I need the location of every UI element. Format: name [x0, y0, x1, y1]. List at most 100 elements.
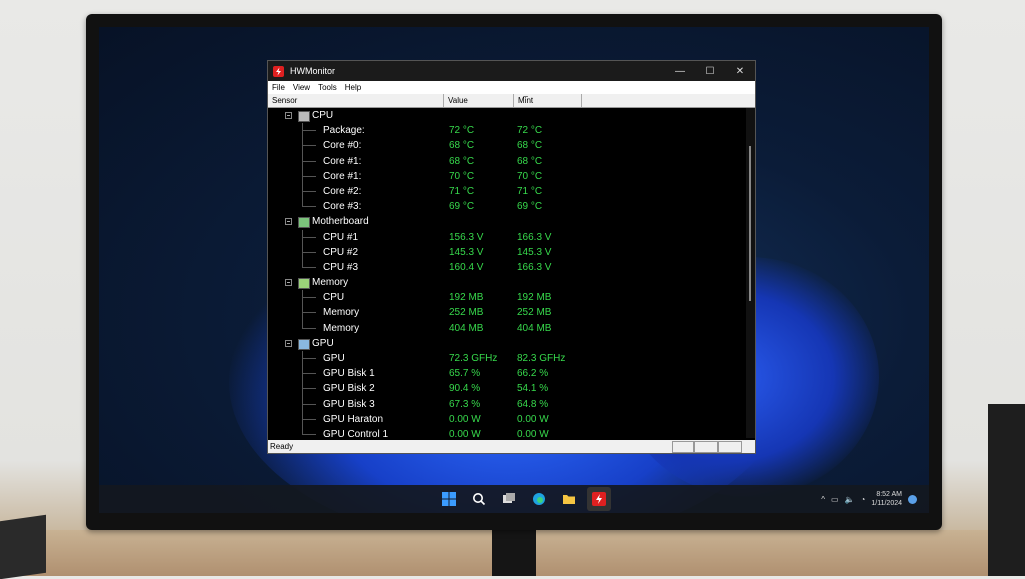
sensor-label: GPU Bisk 2: [323, 383, 375, 395]
hwmonitor-icon[interactable]: [587, 487, 611, 511]
status-segment: [672, 441, 694, 453]
tree-connector: [302, 290, 303, 306]
sensor-max: 70 °C: [517, 170, 543, 182]
tree-connector: [302, 297, 316, 299]
sensor-row[interactable]: GPU Control 1 0.00 W 0.00 W: [268, 426, 746, 438]
clock-time: 8:52 AM: [876, 491, 902, 498]
menu-tools[interactable]: Tools: [314, 83, 341, 92]
sensor-row[interactable]: GPU Bisk 3 67.3 % 64.8 %: [268, 396, 746, 412]
collapse-icon[interactable]: [285, 279, 292, 287]
sensor-max: 71 °C: [517, 185, 543, 197]
collapse-icon[interactable]: [285, 112, 292, 119]
sensor-max: 64.8 %: [517, 398, 549, 410]
tree-connector: [302, 388, 316, 390]
minimize-button[interactable]: —: [665, 61, 695, 81]
sensor-label: GPU: [323, 353, 345, 364]
sensor-label: Core #2:: [323, 185, 362, 197]
sensor-row[interactable]: Core #1: 68 °C 68 °C: [268, 153, 746, 169]
maximize-button[interactable]: ☐: [695, 61, 725, 81]
sensor-row[interactable]: GPU Bisk 2 90.4 % 54.1 %: [268, 381, 746, 397]
notification-icon[interactable]: [908, 494, 917, 504]
sensor-label: GPU Control 1: [323, 428, 389, 438]
sensor-tree[interactable]: CPU Package: 72 °C 72 °C Core #0: 68 °C 68 °C C…: [268, 108, 746, 438]
sensor-value: 0.00 W: [449, 413, 481, 425]
tree-connector: [302, 320, 303, 329]
vertical-scrollbar[interactable]: [746, 108, 755, 438]
clock[interactable]: 8:52 AM 1/11/2024: [871, 490, 902, 508]
sensor-row[interactable]: GPU Haraton 0.00 W 0.00 W: [268, 411, 746, 427]
sensor-row[interactable]: Memory 252 MB 252 MB: [268, 305, 746, 321]
sensor-row[interactable]: CPU #3 160.4 V 166.3 V: [268, 259, 746, 275]
sensor-label: GPU Haraton: [323, 413, 384, 425]
sensor-label: Memory: [323, 322, 360, 334]
tray-chevron-icon[interactable]: ^: [821, 495, 825, 504]
sensor-row[interactable]: GPU Bisk 1 65.7 % 66.2 %: [268, 366, 746, 382]
sensor-group[interactable]: CPU: [268, 108, 746, 123]
tree-connector: [302, 229, 303, 245]
sensor-row[interactable]: Core #2: 71 °C 71 °C: [268, 183, 746, 200]
tree-connector: [302, 145, 316, 147]
sensor-max: 82.3 GFHz: [517, 353, 566, 364]
menu-view[interactable]: View: [289, 83, 314, 92]
edge-browser-icon[interactable]: [527, 487, 551, 511]
monitor-stand: [492, 530, 536, 576]
sensor-max: 166.3 V: [517, 261, 552, 273]
memory-module-icon: [298, 278, 310, 290]
menu-file[interactable]: File: [268, 83, 289, 92]
sensor-value: 90.4 %: [449, 383, 481, 395]
menu-help[interactable]: Help: [341, 83, 365, 92]
sensor-value: 0.00 W: [449, 428, 481, 438]
column-sensor[interactable]: Sensor: [268, 94, 444, 107]
windows-start-icon[interactable]: [437, 487, 461, 511]
status-segment: [718, 441, 742, 453]
sensor-row[interactable]: Core #1: 70 °C 70 °C: [268, 168, 746, 184]
sensor-label: CPU #3: [323, 261, 359, 273]
sensor-row[interactable]: CPU #2 145.3 V 145.3 V: [268, 244, 746, 260]
tree-connector: [302, 244, 303, 260]
volume-icon[interactable]: 🔈: [845, 495, 855, 504]
sensor-max: 68 °C: [517, 140, 543, 152]
left-device: [0, 514, 46, 579]
sensor-row[interactable]: Memory 404 MB 404 MB: [268, 320, 746, 336]
tree-connector: [302, 259, 303, 268]
tree-connector: [302, 373, 316, 375]
network-icon[interactable]: ▭: [831, 495, 839, 504]
menu-bar: File View Tools Help: [268, 81, 755, 94]
sensor-value: 68 °C: [449, 140, 475, 152]
sensor-label: GPU Bisk 1: [323, 368, 375, 380]
hwmonitor-window[interactable]: HWMonitor — ☐ ✕ File View Tools Help Sen…: [267, 60, 756, 454]
scrollbar-thumb[interactable]: [749, 146, 751, 301]
sensor-group[interactable]: GPU: [268, 336, 746, 351]
column-max[interactable]: Mi̅nt: [514, 94, 582, 107]
sensor-row[interactable]: Core #3: 69 °C 69 °C: [268, 199, 746, 214]
group-label: Motherboard: [312, 216, 369, 228]
collapse-icon[interactable]: [285, 339, 292, 347]
sensor-max: 69 °C: [517, 201, 543, 213]
tree-connector: [302, 381, 303, 397]
sensor-row[interactable]: Package: 72 °C 72 °C: [268, 123, 746, 139]
task-view-icon[interactable]: [497, 487, 521, 511]
sensor-value: 65.7 %: [449, 368, 481, 380]
file-explorer-icon[interactable]: [557, 487, 581, 511]
group-label: Memory: [312, 277, 349, 289]
tree-connector: [302, 366, 303, 382]
sensor-row[interactable]: CPU #1 156.3 V 166.3 V: [268, 229, 746, 245]
sensor-value: 192 MB: [449, 292, 484, 304]
column-value[interactable]: Value: [444, 94, 514, 107]
sensor-label: Core #0:: [323, 140, 362, 152]
sensor-max: 404 MB: [517, 322, 552, 334]
sensor-row[interactable]: Core #0: 68 °C 68 °C: [268, 138, 746, 154]
collapse-icon[interactable]: [285, 218, 292, 226]
tree-connector: [302, 396, 303, 412]
sensor-row[interactable]: GPU 72.3 GFHz 82.3 GFHz: [268, 351, 746, 367]
tree-connector: [302, 236, 316, 238]
search-icon[interactable]: [467, 487, 491, 511]
title-bar[interactable]: HWMonitor — ☐ ✕: [268, 61, 755, 81]
close-button[interactable]: ✕: [725, 61, 755, 81]
sensor-group[interactable]: Motherboard: [268, 214, 746, 229]
sensor-group[interactable]: Memory: [268, 275, 746, 290]
wifi-icon[interactable]: ◔: [861, 495, 866, 504]
tree-connector: [302, 183, 303, 200]
sensor-row[interactable]: CPU 192 MB 192 MB: [268, 290, 746, 306]
tree-connector: [302, 206, 316, 208]
